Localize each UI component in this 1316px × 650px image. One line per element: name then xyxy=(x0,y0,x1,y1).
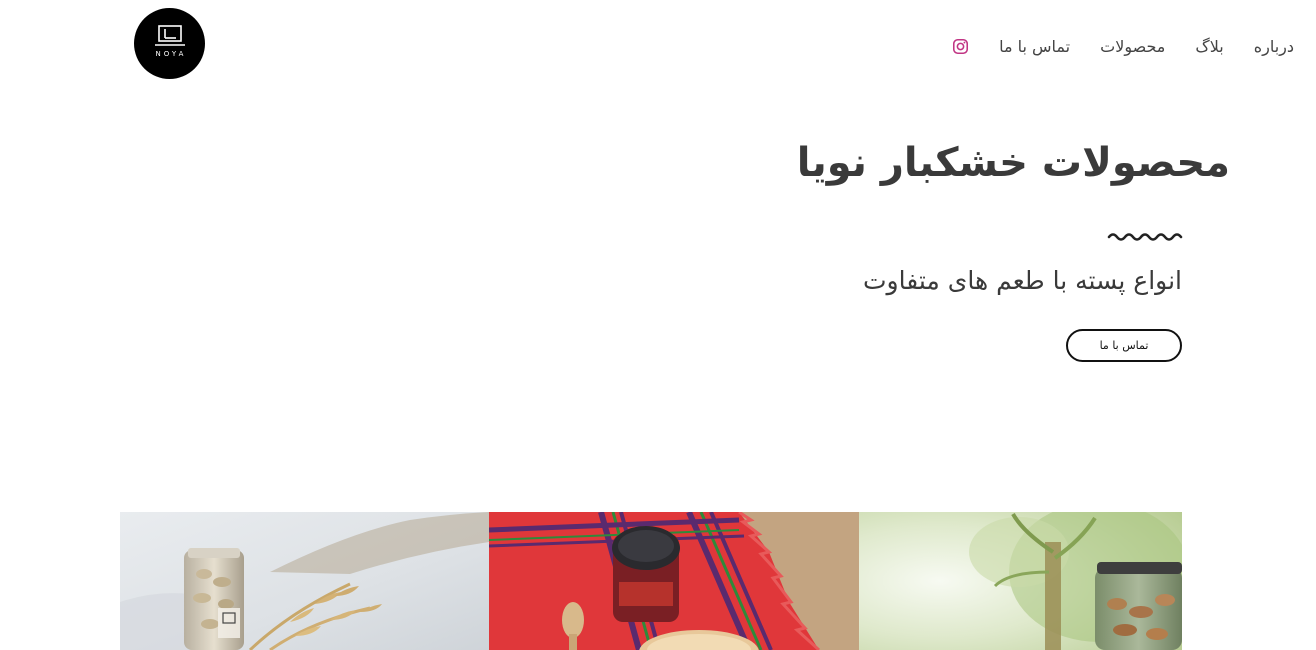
product-gallery xyxy=(120,512,1182,650)
page: NOYA تماس با ما محصولات بلاگ درباره محصو… xyxy=(0,0,1316,650)
instagram-icon[interactable] xyxy=(951,37,969,55)
nav-about[interactable]: درباره xyxy=(1254,37,1294,56)
jar-on-red-cloth-photo[interactable] xyxy=(489,512,859,650)
nav-products[interactable]: محصولات xyxy=(1100,37,1165,56)
nav-contact[interactable]: تماس با ما xyxy=(999,37,1070,56)
squiggle-divider xyxy=(1107,233,1183,241)
logo-wordmark: NOYA xyxy=(155,50,187,58)
pistachio-jar-wheat-photo[interactable] xyxy=(120,512,489,650)
hero-title: محصولات خشکبار نویا xyxy=(796,140,1230,186)
main-nav: تماس با ما محصولات بلاگ درباره xyxy=(927,30,1294,62)
contact-us-button[interactable]: تماس با ما xyxy=(1066,329,1182,362)
jar-greenery-photo[interactable] xyxy=(859,512,1182,650)
noya-logo[interactable]: NOYA xyxy=(134,8,205,79)
hero-subtitle: انواع پسته با طعم های متفاوت xyxy=(863,266,1182,295)
noya-logo-mark xyxy=(154,25,185,46)
nav-blog[interactable]: بلاگ xyxy=(1195,37,1223,56)
